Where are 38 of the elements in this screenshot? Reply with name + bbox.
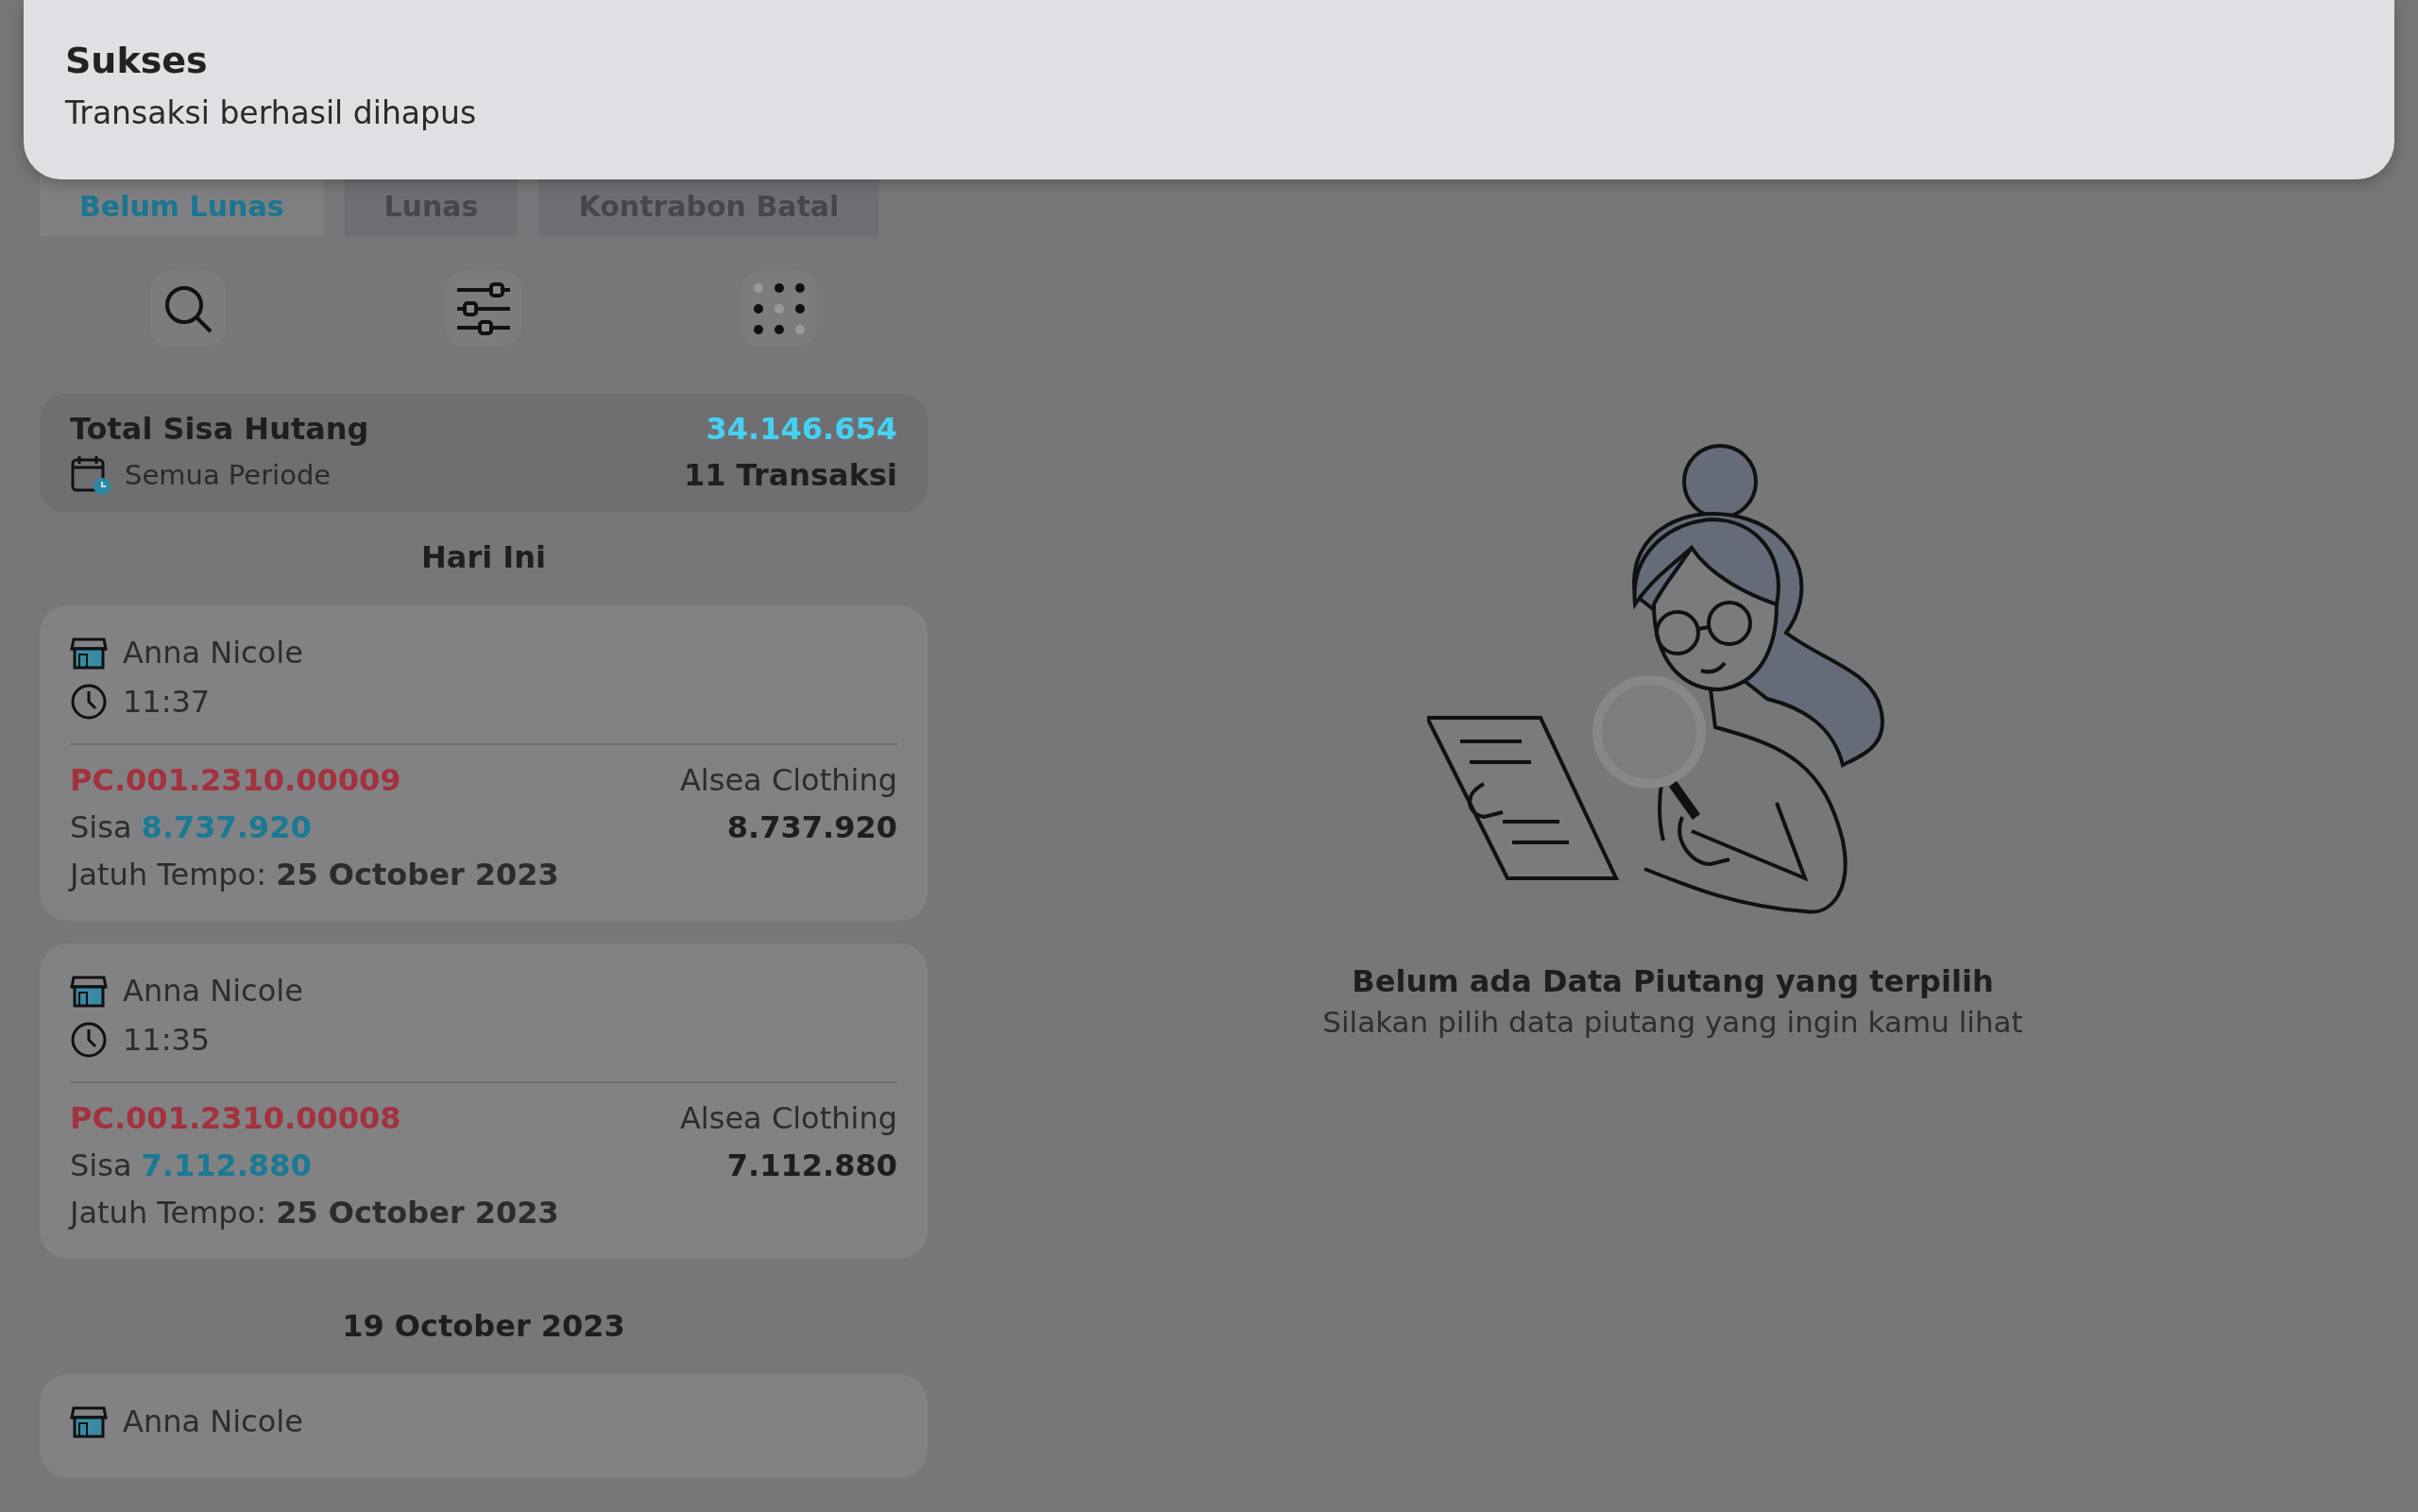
empty-state-message: Silakan pilih data piutang yang ingin kamu lihat bbox=[1322, 1005, 2023, 1039]
supplier-name: Alsea Clothing bbox=[679, 762, 897, 798]
total-amount: 7.112.880 bbox=[726, 1147, 897, 1183]
period-label[interactable]: Semua Periode bbox=[125, 459, 332, 491]
transaction-card[interactable]: Anna Nicole bbox=[40, 1374, 928, 1478]
remaining-amount: 7.112.880 bbox=[141, 1147, 312, 1183]
total-amount: 8.737.920 bbox=[726, 809, 897, 845]
transaction-count: 11 Transaksi bbox=[683, 457, 897, 493]
filter-button[interactable] bbox=[446, 271, 521, 347]
total-label: Total Sisa Hutang bbox=[70, 411, 369, 447]
supplier-name: Alsea Clothing bbox=[679, 1100, 897, 1136]
due-date: Jatuh Tempo: 25 October 2023 bbox=[70, 857, 560, 892]
transaction-card[interactable]: Anna Nicole 11:37 PC.001.2310.00009 Alsea Clothing Sisa 8.737.920 8.737.920 Jatuh Tempo: 25 October 2023 bbox=[40, 605, 928, 921]
toast-title: Sukses bbox=[65, 40, 209, 81]
date-heading: 19 October 2023 bbox=[341, 1308, 626, 1344]
customer-name: Anna Nicole bbox=[123, 635, 303, 671]
remaining-amount: 8.737.920 bbox=[141, 809, 312, 845]
remaining-label: Sisa bbox=[70, 1147, 132, 1183]
transaction-number: PC.001.2310.00009 bbox=[70, 762, 401, 798]
grid-menu-button[interactable] bbox=[741, 271, 818, 347]
toast-message: Transaksi berhasil dihapus bbox=[65, 94, 478, 131]
transaction-number: PC.001.2310.00008 bbox=[70, 1100, 401, 1136]
search-button[interactable] bbox=[149, 271, 226, 347]
transaction-card[interactable]: Anna Nicole 11:35 PC.001.2310.00008 Alsea Clothing Sisa 7.112.880 7.112.880 Jatuh Tempo: 25 October 2023 bbox=[40, 943, 928, 1259]
clock-icon bbox=[70, 1021, 108, 1059]
total-amount: 34.146.654 bbox=[706, 411, 897, 447]
due-date: Jatuh Tempo: 25 October 2023 bbox=[70, 1195, 560, 1231]
customer-name: Anna Nicole bbox=[123, 1403, 303, 1439]
calendar-icon bbox=[70, 454, 111, 496]
sliders-icon bbox=[455, 282, 512, 335]
remaining-label: Sisa bbox=[70, 809, 132, 845]
date-heading: Hari Ini bbox=[420, 539, 547, 575]
transaction-time: 11:35 bbox=[123, 1022, 211, 1058]
empty-state-title: Belum ada Data Piutang yang terpilih bbox=[1352, 963, 1994, 999]
transaction-time: 11:37 bbox=[123, 684, 211, 720]
customer-name: Anna Nicole bbox=[123, 973, 303, 1009]
clock-icon bbox=[70, 683, 108, 721]
dots-grid-icon bbox=[753, 282, 807, 335]
